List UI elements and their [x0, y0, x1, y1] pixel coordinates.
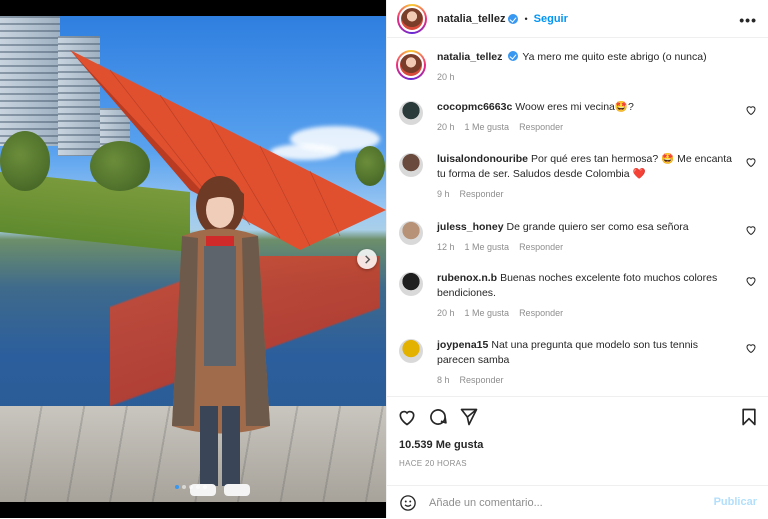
commenter-avatar[interactable]	[399, 153, 423, 177]
comment-heart-icon[interactable]	[745, 275, 757, 287]
comment-likes[interactable]: 1 Me gusta	[465, 240, 510, 255]
carousel-dots	[175, 485, 207, 489]
verified-badge-icon	[508, 13, 519, 24]
tree	[0, 131, 50, 191]
heart-icon[interactable]	[397, 407, 417, 427]
comment-username[interactable]: joypena15	[437, 339, 488, 351]
likes-count[interactable]: 10.539 Me gusta	[399, 439, 483, 451]
carousel-dot	[203, 485, 207, 489]
verified-badge-icon	[508, 51, 519, 61]
emoji-icon[interactable]	[399, 494, 417, 512]
comment-icon[interactable]	[428, 407, 448, 427]
comment-row: joypena15 Nat una pregunta que modelo son…	[399, 338, 757, 388]
carousel-dot	[175, 485, 179, 489]
separator: •	[524, 13, 528, 24]
comment-heart-icon[interactable]	[745, 104, 757, 116]
commenter-avatar[interactable]	[399, 101, 423, 125]
comments-list[interactable]: natalia_tellez Ya mero me quito este abri…	[387, 38, 768, 396]
comment-text: Woow eres mi vecina🤩?	[515, 101, 634, 113]
tree	[355, 146, 385, 186]
post-photo	[0, 0, 386, 518]
follow-button[interactable]: Seguir	[534, 13, 568, 25]
comment-composer: Publicar	[387, 485, 768, 519]
woman-in-coat	[172, 176, 270, 496]
author-avatar[interactable]	[396, 50, 426, 80]
reply-button[interactable]: Responder	[519, 120, 563, 135]
caption-username[interactable]: natalia_tellez	[437, 51, 502, 63]
commenter-avatar[interactable]	[399, 272, 423, 296]
action-bar: 10.539 Me gusta HACE 20 HORAS Publicar	[387, 396, 768, 518]
publish-button[interactable]: Publicar	[714, 496, 757, 508]
comment-row: cocopmc6663c Woow eres mi vecina🤩? 20 h 1 M…	[399, 100, 757, 135]
comment-heart-icon[interactable]	[745, 156, 757, 168]
comment-time: 9 h	[437, 189, 450, 199]
photo-scene	[0, 16, 386, 502]
bookmark-icon[interactable]	[739, 407, 759, 427]
author-avatar[interactable]	[397, 3, 427, 34]
comment-heart-icon[interactable]	[745, 224, 757, 236]
reply-button[interactable]: Responder	[460, 187, 504, 202]
post-caption: natalia_tellez Ya mero me quito este abri…	[396, 50, 757, 85]
comment-time: 12 h	[437, 242, 455, 252]
comment-input[interactable]	[429, 496, 699, 509]
comment-username[interactable]: rubenox.n.b	[437, 272, 497, 284]
comment-row: rubenox.n.b Buenas noches excelente foto …	[399, 271, 757, 321]
comment-likes[interactable]: 1 Me gusta	[465, 120, 510, 135]
carousel-dot	[189, 485, 193, 489]
post-header: natalia_tellez • Seguir •••	[387, 0, 768, 38]
share-icon[interactable]	[459, 407, 479, 427]
building	[0, 16, 60, 146]
comment-row: juless_honey De grande quiero ser como es…	[399, 220, 757, 255]
comment-username[interactable]: cocopmc6663c	[437, 101, 512, 113]
reply-button[interactable]: Responder	[519, 306, 563, 321]
comment-heart-icon[interactable]	[745, 342, 757, 354]
comment-time: 8 h	[437, 375, 450, 385]
caption-text: Ya mero me quito este abrigo (o nunca)	[522, 51, 707, 63]
author-username[interactable]: natalia_tellez	[437, 13, 505, 25]
tree	[90, 141, 150, 191]
caption-time: 20 h	[437, 72, 455, 82]
instagram-post-modal: natalia_tellez • Seguir ••• natalia_tell…	[0, 0, 768, 518]
carousel-dot	[196, 485, 200, 489]
comment-time: 20 h	[437, 308, 455, 318]
comment-row: luisalondonouribe Por qué eres tan hermos…	[399, 152, 757, 202]
commenter-avatar[interactable]	[399, 339, 423, 363]
chevron-right-icon	[364, 254, 370, 264]
comment-username[interactable]: juless_honey	[437, 221, 504, 233]
comment-time: 20 h	[437, 122, 455, 132]
reply-button[interactable]: Responder	[460, 373, 504, 388]
commenter-avatar[interactable]	[399, 221, 423, 245]
carousel-dot	[182, 485, 186, 489]
comment-username[interactable]: luisalondonouribe	[437, 153, 528, 165]
next-slide-button[interactable]	[357, 249, 377, 269]
more-options-icon[interactable]: •••	[739, 12, 757, 28]
comment-likes[interactable]: 1 Me gusta	[465, 306, 510, 321]
posted-ago: HACE 20 HORAS	[399, 459, 467, 468]
post-side-panel: natalia_tellez • Seguir ••• natalia_tell…	[386, 0, 768, 518]
reply-button[interactable]: Responder	[519, 240, 563, 255]
comment-text: De grande quiero ser como esa señora	[506, 221, 689, 233]
